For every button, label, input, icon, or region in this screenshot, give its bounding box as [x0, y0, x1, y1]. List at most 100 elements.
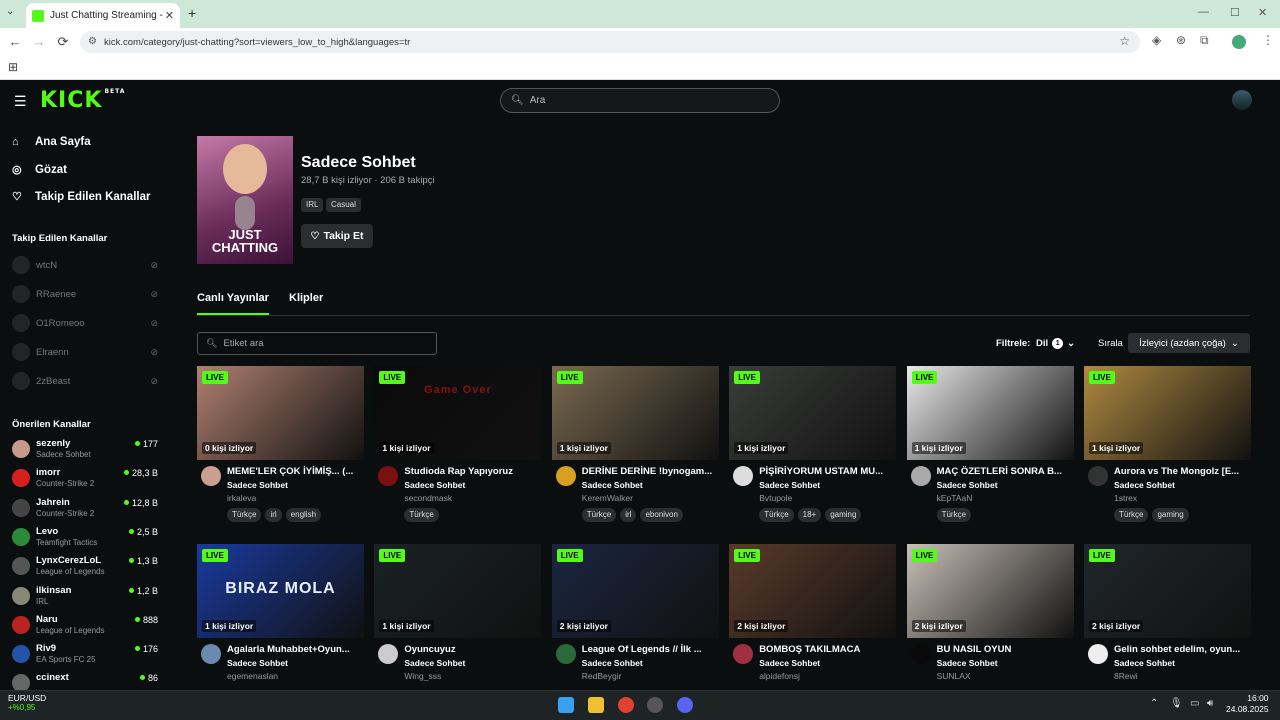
- followed-channel[interactable]: 2zBeast ⊘: [12, 371, 162, 391]
- minimize-icon[interactable]: —: [1198, 6, 1209, 18]
- stream-card[interactable]: LIVE 2 kişi izliyor BU NASIL OYUN Sadece So…: [906, 544, 1074, 686]
- avatar[interactable]: [1088, 644, 1108, 664]
- app-icon[interactable]: [647, 697, 663, 713]
- ticker-widget[interactable]: EUR/USD +%0,95: [8, 693, 46, 712]
- tag-search-input[interactable]: 🔍︎ Etiket ara: [197, 332, 437, 355]
- stream-tag[interactable]: english: [285, 508, 322, 522]
- stream-title[interactable]: BU NASIL OYUN: [937, 644, 1072, 655]
- stream-card[interactable]: LIVE 1 kişi izliyor MAÇ ÖZETLERİ SONRA B..…: [906, 366, 1074, 526]
- stream-card[interactable]: LIVE 1 kişi izliyor Oyuncuyuz Sadece Sohbet…: [374, 544, 542, 686]
- avatar[interactable]: [1088, 466, 1108, 486]
- stream-title[interactable]: League Of Legends // İlk ...: [582, 644, 717, 655]
- streamer-name[interactable]: Bvtupole: [759, 493, 792, 503]
- stream-title[interactable]: PİŞİRİYORUM USTAM MU...: [759, 466, 894, 477]
- nav-browse[interactable]: ◎ Gözat: [12, 163, 67, 177]
- recommended-channel[interactable]: Riv9 EA Sports FC 25 176: [12, 641, 162, 669]
- stream-title[interactable]: DERİNE DERİNE !bynogam...: [582, 466, 717, 477]
- category-tag[interactable]: Casual: [326, 198, 361, 212]
- avatar[interactable]: [378, 466, 399, 486]
- stream-thumbnail[interactable]: LIVE 1 kişi izliyor: [1084, 366, 1251, 460]
- stream-card[interactable]: LIVE 1 kişi izliyor Aurora vs The Mongolz …: [1084, 366, 1251, 526]
- apps-grid-icon[interactable]: ⊞: [8, 60, 18, 74]
- stream-tag[interactable]: ebonivon: [640, 508, 683, 522]
- stream-tag[interactable]: Türkçe: [1114, 508, 1149, 522]
- recommended-channel[interactable]: Jahrein Counter-Strike 2 12,8 B: [12, 495, 162, 523]
- maximize-icon[interactable]: ☐: [1230, 6, 1240, 19]
- followed-channel[interactable]: Elraenn ⊘: [12, 342, 162, 362]
- chrome-icon[interactable]: [618, 697, 634, 713]
- avatar[interactable]: [201, 466, 221, 486]
- url-bar[interactable]: ⚙ kick.com/category/just-chatting?sort=v…: [80, 31, 1140, 53]
- tab-close-icon[interactable]: ✕: [165, 9, 174, 22]
- stream-tag[interactable]: Türkçe: [581, 508, 617, 522]
- stream-card[interactable]: LIVE 1 kişi izliyor PİŞİRİYORUM USTAM MU..…: [729, 366, 897, 526]
- stream-tag[interactable]: irl: [620, 508, 637, 522]
- stream-card[interactable]: LIVE 2 kişi izliyor BOMBOŞ TAKILMACA Sadece…: [729, 544, 897, 686]
- windows-start-icon[interactable]: [558, 697, 574, 713]
- stream-title[interactable]: BOMBOŞ TAKILMACA: [759, 644, 894, 655]
- avatar[interactable]: [201, 644, 221, 664]
- file-explorer-icon[interactable]: [588, 697, 604, 713]
- streamer-name[interactable]: RedBeygir: [582, 671, 622, 681]
- app-icon[interactable]: [706, 697, 722, 713]
- recommended-channel[interactable]: LynxCerezLoL League of Legends 1,3 B: [12, 553, 162, 581]
- stream-card[interactable]: LIVE 2 kişi izliyor Gelin sohbet edelim, o…: [1084, 544, 1251, 686]
- stream-thumbnail[interactable]: Game Over LIVE 1 kişi izliyor: [374, 366, 542, 460]
- stream-card[interactable]: LIVE 0 kişi izliyor MEME'LER ÇOK İYİMİŞ...…: [197, 366, 364, 526]
- microphone-icon[interactable]: 🎙︎: [1170, 698, 1183, 709]
- avatar[interactable]: [733, 466, 754, 486]
- hamburger-menu-icon[interactable]: ☰: [14, 93, 27, 110]
- avatar[interactable]: [555, 466, 576, 486]
- stream-thumbnail[interactable]: BIRAZ MOLA LIVE 1 kişi izliyor: [197, 544, 364, 638]
- stream-category[interactable]: Sadece Sohbet: [582, 480, 643, 490]
- network-icon[interactable]: ▭: [1190, 698, 1199, 709]
- follow-button[interactable]: ♡ Takip Et: [301, 224, 373, 248]
- recommended-channel[interactable]: ilkinsan IRL 1,2 B: [12, 583, 162, 611]
- stream-thumbnail[interactable]: LIVE 2 kişi izliyor: [1084, 544, 1251, 638]
- stream-title[interactable]: Gelin sohbet edelim, oyun...: [1114, 644, 1249, 655]
- reload-icon[interactable]: ⟳: [51, 34, 75, 50]
- stream-category[interactable]: Sadece Sohbet: [1114, 658, 1175, 668]
- streamer-name[interactable]: kEpTAaN: [937, 493, 973, 503]
- streamer-name[interactable]: egemenaslan: [227, 671, 278, 681]
- streamer-name[interactable]: KeremWalker: [582, 493, 633, 503]
- avatar[interactable]: [733, 644, 754, 664]
- tab-live[interactable]: Canlı Yayınlar: [197, 292, 269, 315]
- stream-tag[interactable]: Türkçe: [404, 508, 439, 522]
- stream-thumbnail[interactable]: LIVE 0 kişi izliyor: [197, 366, 364, 460]
- streamer-name[interactable]: 1strex: [1114, 493, 1137, 503]
- stream-category[interactable]: Sadece Sohbet: [582, 658, 643, 668]
- stream-thumbnail[interactable]: LIVE 1 kişi izliyor: [551, 366, 719, 460]
- extension-icon[interactable]: ⊛: [1176, 33, 1186, 47]
- stream-thumbnail[interactable]: LIVE 1 kişi izliyor: [729, 366, 897, 460]
- stream-card[interactable]: Game Over LIVE 1 kişi izliyor Studioda Rap …: [374, 366, 542, 526]
- streamer-name[interactable]: alpidefonsj: [759, 671, 800, 681]
- puzzle-extensions-icon[interactable]: ⧉: [1200, 33, 1209, 48]
- bookmark-star-icon[interactable]: ☆: [1119, 34, 1130, 48]
- stream-thumbnail[interactable]: LIVE 1 kişi izliyor: [374, 544, 542, 638]
- stream-category[interactable]: Sadece Sohbet: [404, 658, 465, 668]
- stream-tag[interactable]: Türkçe: [936, 508, 972, 522]
- followed-channel[interactable]: wtcN ⊘: [12, 255, 162, 275]
- streamer-name[interactable]: 8Rewi: [1114, 671, 1138, 681]
- site-info-icon[interactable]: ⚙: [88, 36, 97, 47]
- stream-tag[interactable]: gaming: [825, 508, 862, 522]
- nav-home[interactable]: ⌂ Ana Sayfa: [12, 136, 91, 148]
- stream-thumbnail[interactable]: LIVE 2 kişi izliyor: [906, 544, 1074, 638]
- stream-title[interactable]: MEME'LER ÇOK İYİMİŞ... (...: [227, 466, 362, 477]
- stream-card[interactable]: LIVE 2 kişi izliyor League Of Legends // İ…: [551, 544, 719, 686]
- stream-title[interactable]: Oyuncuyuz: [404, 644, 539, 655]
- stream-tag[interactable]: Türkçe: [227, 508, 262, 522]
- avatar[interactable]: [555, 644, 576, 664]
- tab-clips[interactable]: Klipler: [289, 292, 323, 304]
- new-tab-button[interactable]: +: [188, 5, 196, 21]
- profile-avatar[interactable]: [1232, 35, 1246, 49]
- browser-menu-icon[interactable]: ⋮: [1262, 33, 1274, 47]
- stream-category[interactable]: Sadece Sohbet: [937, 658, 998, 668]
- user-avatar[interactable]: [1232, 90, 1252, 110]
- clock[interactable]: 16:00 24.08.2025: [1226, 693, 1269, 715]
- avatar[interactable]: [378, 644, 399, 664]
- forward-icon[interactable]: →: [27, 34, 51, 49]
- back-icon[interactable]: ←: [3, 34, 27, 49]
- window-close-icon[interactable]: ✕: [1258, 6, 1267, 19]
